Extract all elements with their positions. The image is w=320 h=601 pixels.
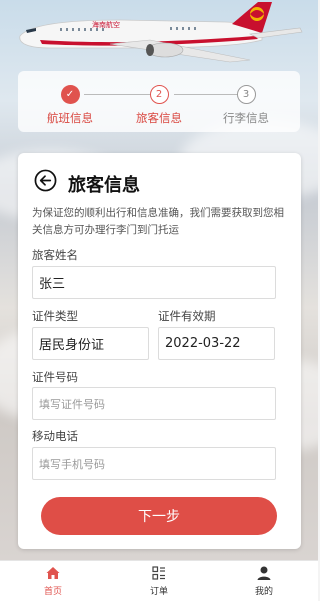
id-expiry-field[interactable]: 2022-03-22 — [158, 327, 275, 360]
step-baggage-info[interactable]: 3 行李信息 — [206, 85, 286, 126]
step-flight-info[interactable]: ✓ 航班信息 — [30, 85, 110, 126]
step-label: 旅客信息 — [136, 111, 182, 125]
nav-label: 首页 — [43, 587, 62, 597]
form-title: 旅客信息 — [68, 175, 140, 196]
id-type-label: 证件类型 — [32, 309, 78, 323]
next-button[interactable]: 下一步 — [41, 497, 277, 535]
name-field[interactable]: 张三 — [32, 266, 276, 299]
orders-icon — [152, 566, 165, 580]
nav-home[interactable]: 首页 — [23, 565, 83, 597]
passenger-form: 旅客信息 为保证您的顺利出行和信息准确，我们需要获取到您相关信息方可办理行李门到… — [18, 153, 301, 549]
step-label: 行李信息 — [223, 111, 269, 125]
home-icon — [46, 567, 60, 579]
id-expiry-label: 证件有效期 — [158, 309, 216, 323]
bottom-nav: 首页 订单 我的 — [0, 560, 318, 601]
nav-label: 订单 — [149, 587, 168, 597]
form-description: 为保证您的顺利出行和信息准确，我们需要获取到您相关信息方可办理行李门到门托运 — [32, 207, 284, 236]
airline-logo-text: 海南航空 — [92, 20, 120, 29]
step-passenger-info[interactable]: 2 旅客信息 — [119, 85, 199, 126]
name-label: 旅客姓名 — [32, 248, 78, 262]
id-type-select[interactable]: 居民身份证 — [32, 327, 149, 360]
nav-mine[interactable]: 我的 — [234, 565, 294, 597]
check-icon: ✓ — [60, 85, 80, 104]
step-label: 航班信息 — [47, 111, 93, 125]
phone-input[interactable]: 填写手机号码 — [32, 447, 276, 480]
step-number: 2 — [149, 85, 169, 104]
airplane-image: 海南航空 — [19, 2, 303, 63]
user-icon — [257, 566, 271, 580]
id-number-label: 证件号码 — [32, 370, 78, 384]
phone-label: 移动电话 — [32, 429, 78, 443]
nav-orders[interactable]: 订单 — [129, 565, 189, 597]
progress-steps: ✓ 航班信息 2 旅客信息 3 行李信息 — [18, 71, 300, 132]
back-arrow-icon[interactable] — [34, 169, 57, 192]
nav-label: 我的 — [254, 587, 273, 597]
id-number-input[interactable]: 填写证件号码 — [32, 387, 276, 420]
step-number: 3 — [236, 85, 256, 104]
